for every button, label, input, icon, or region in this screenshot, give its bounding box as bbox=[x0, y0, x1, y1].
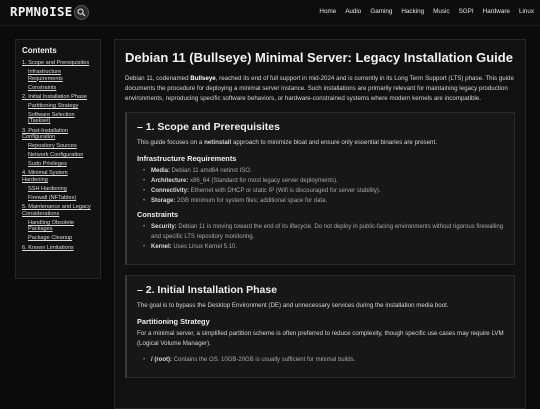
toc-link[interactable]: Infrastructure Requirements bbox=[28, 69, 94, 82]
subheading-partitioning: Partitioning Strategy bbox=[137, 317, 210, 326]
toc-link[interactable]: Handling Obsolete Packages bbox=[28, 220, 94, 233]
nav-linux[interactable]: Linux bbox=[519, 8, 534, 15]
search-button[interactable] bbox=[74, 5, 89, 20]
requirements-list: Media: Debian 11 amd64 netinst ISO. Arch… bbox=[143, 166, 504, 206]
section-installation: – 2. Initial Installation Phase The goal… bbox=[125, 275, 515, 378]
toc-link[interactable]: Repository Sources bbox=[28, 143, 94, 150]
toc-link[interactable]: Firewall (NFTables) bbox=[28, 195, 94, 202]
toc-title: Contents bbox=[22, 46, 57, 55]
toc-link[interactable]: Constraints bbox=[28, 85, 94, 92]
section-heading-installation[interactable]: – 2. Initial Installation Phase bbox=[137, 284, 504, 296]
list-item: Storage: 2GB minimum for system files; a… bbox=[143, 196, 504, 206]
nav-music[interactable]: Music bbox=[433, 8, 449, 15]
section-heading-scope[interactable]: – 1. Scope and Prerequisites bbox=[137, 121, 504, 133]
search-icon bbox=[77, 8, 86, 17]
subheading-constraints: Constraints bbox=[137, 210, 179, 219]
table-of-contents: Contents 1. Scope and Prerequisites Infra… bbox=[15, 39, 101, 279]
list-item: Architecture: x86_64 (Standard for most … bbox=[143, 176, 504, 186]
scope-text-a: This guide focuses on a bbox=[137, 139, 205, 146]
list-key: / (root): bbox=[151, 357, 172, 363]
list-item: Kernel: Uses Linux Kernel 5.10. bbox=[143, 242, 504, 252]
toc-link[interactable]: Network Configuration bbox=[28, 152, 94, 159]
top-navbar: RPMN0ISE Home Audio Gaming Hacking Music… bbox=[0, 0, 540, 26]
list-key: Storage: bbox=[151, 198, 176, 204]
scope-text-b: approach to minimize bloat and ensure on… bbox=[231, 139, 437, 146]
list-value: 2GB minimum for system files; additional… bbox=[175, 198, 328, 204]
nav-gaming[interactable]: Gaming bbox=[370, 8, 392, 15]
intro-text-a: Debian 11, codenamed bbox=[125, 75, 191, 82]
partition-paragraph: For a minimal server, a simplified parti… bbox=[137, 330, 504, 347]
site-logo[interactable]: RPMN0ISE bbox=[10, 4, 73, 19]
list-item: / (root): Contains the OS. 10GB-20GB is … bbox=[143, 355, 504, 365]
install-paragraph: The goal is to bypass the Desktop Enviro… bbox=[137, 302, 449, 309]
list-item: Connectivity: Ethernet with DHCP or stat… bbox=[143, 186, 504, 196]
article: Debian 11 (Bullseye) Minimal Server: Leg… bbox=[114, 39, 526, 409]
list-value: Contains the OS. 10GB-20GB is usually su… bbox=[172, 357, 356, 363]
list-value: Ethernet with DHCP or static IP (Wifi is… bbox=[189, 188, 381, 194]
nav-audio[interactable]: Audio bbox=[345, 8, 361, 15]
list-value: Debian 11 is moving toward the end of it… bbox=[151, 224, 504, 240]
scope-bold: netinstall bbox=[204, 139, 232, 146]
list-key: Security: bbox=[151, 224, 177, 230]
toc-link[interactable]: 3. Post-Installation Configuration bbox=[22, 128, 94, 141]
toc-link[interactable]: 6. Known Limitations bbox=[22, 245, 94, 252]
list-item: Security: Debian 11 is moving toward the… bbox=[143, 222, 504, 242]
nav-hacking[interactable]: Hacking bbox=[401, 8, 424, 15]
list-item: Media: Debian 11 amd64 netinst ISO. bbox=[143, 166, 504, 176]
toc-link[interactable]: Sudo Privileges bbox=[28, 161, 94, 168]
toc-link[interactable]: Package Cleanup bbox=[28, 235, 94, 242]
toc-link[interactable]: 2. Initial Installation Phase bbox=[22, 94, 94, 101]
list-value: Debian 11 amd64 netinst ISO. bbox=[170, 168, 252, 174]
toc-list: 1. Scope and Prerequisites Infrastructure… bbox=[22, 60, 94, 251]
intro-paragraph: Debian 11, codenamed Bullseye, reached i… bbox=[125, 74, 515, 104]
scope-paragraph: This guide focuses on a netinstall appro… bbox=[137, 138, 504, 148]
main-nav: Home Audio Gaming Hacking Music SGPI Har… bbox=[310, 8, 534, 15]
nav-hardware[interactable]: Hardware bbox=[483, 8, 510, 15]
toc-link[interactable]: Software Selection (Tasksel) bbox=[28, 112, 94, 125]
list-key: Connectivity: bbox=[151, 188, 190, 194]
subheading-infrastructure: Infrastructure Requirements bbox=[137, 154, 237, 163]
list-value: x86_64 (Standard for most legacy server … bbox=[188, 178, 338, 184]
list-key: Media: bbox=[151, 168, 171, 174]
toc-link[interactable]: SSH Hardening bbox=[28, 186, 94, 193]
list-value: Uses Linux Kernel 5.10. bbox=[171, 244, 238, 250]
list-key: Kernel: bbox=[151, 244, 172, 250]
section-scope: – 1. Scope and Prerequisites This guide … bbox=[125, 112, 515, 265]
toc-link[interactable]: 4. Minimal System Hardening bbox=[22, 170, 94, 183]
constraints-list: Security: Debian 11 is moving toward the… bbox=[143, 222, 504, 252]
nav-home[interactable]: Home bbox=[319, 8, 336, 15]
partition-list: / (root): Contains the OS. 10GB-20GB is … bbox=[143, 355, 504, 365]
toc-link[interactable]: Partitioning Strategy bbox=[28, 103, 94, 110]
list-key: Architecture: bbox=[151, 178, 189, 184]
page-title: Debian 11 (Bullseye) Minimal Server: Leg… bbox=[125, 50, 513, 65]
toc-link[interactable]: 5. Maintenance and Legacy Considerations bbox=[22, 204, 94, 217]
nav-sgpi[interactable]: SGPI bbox=[459, 8, 474, 15]
intro-bold: Bullseye bbox=[190, 75, 216, 82]
toc-link[interactable]: 1. Scope and Prerequisites bbox=[22, 60, 94, 67]
